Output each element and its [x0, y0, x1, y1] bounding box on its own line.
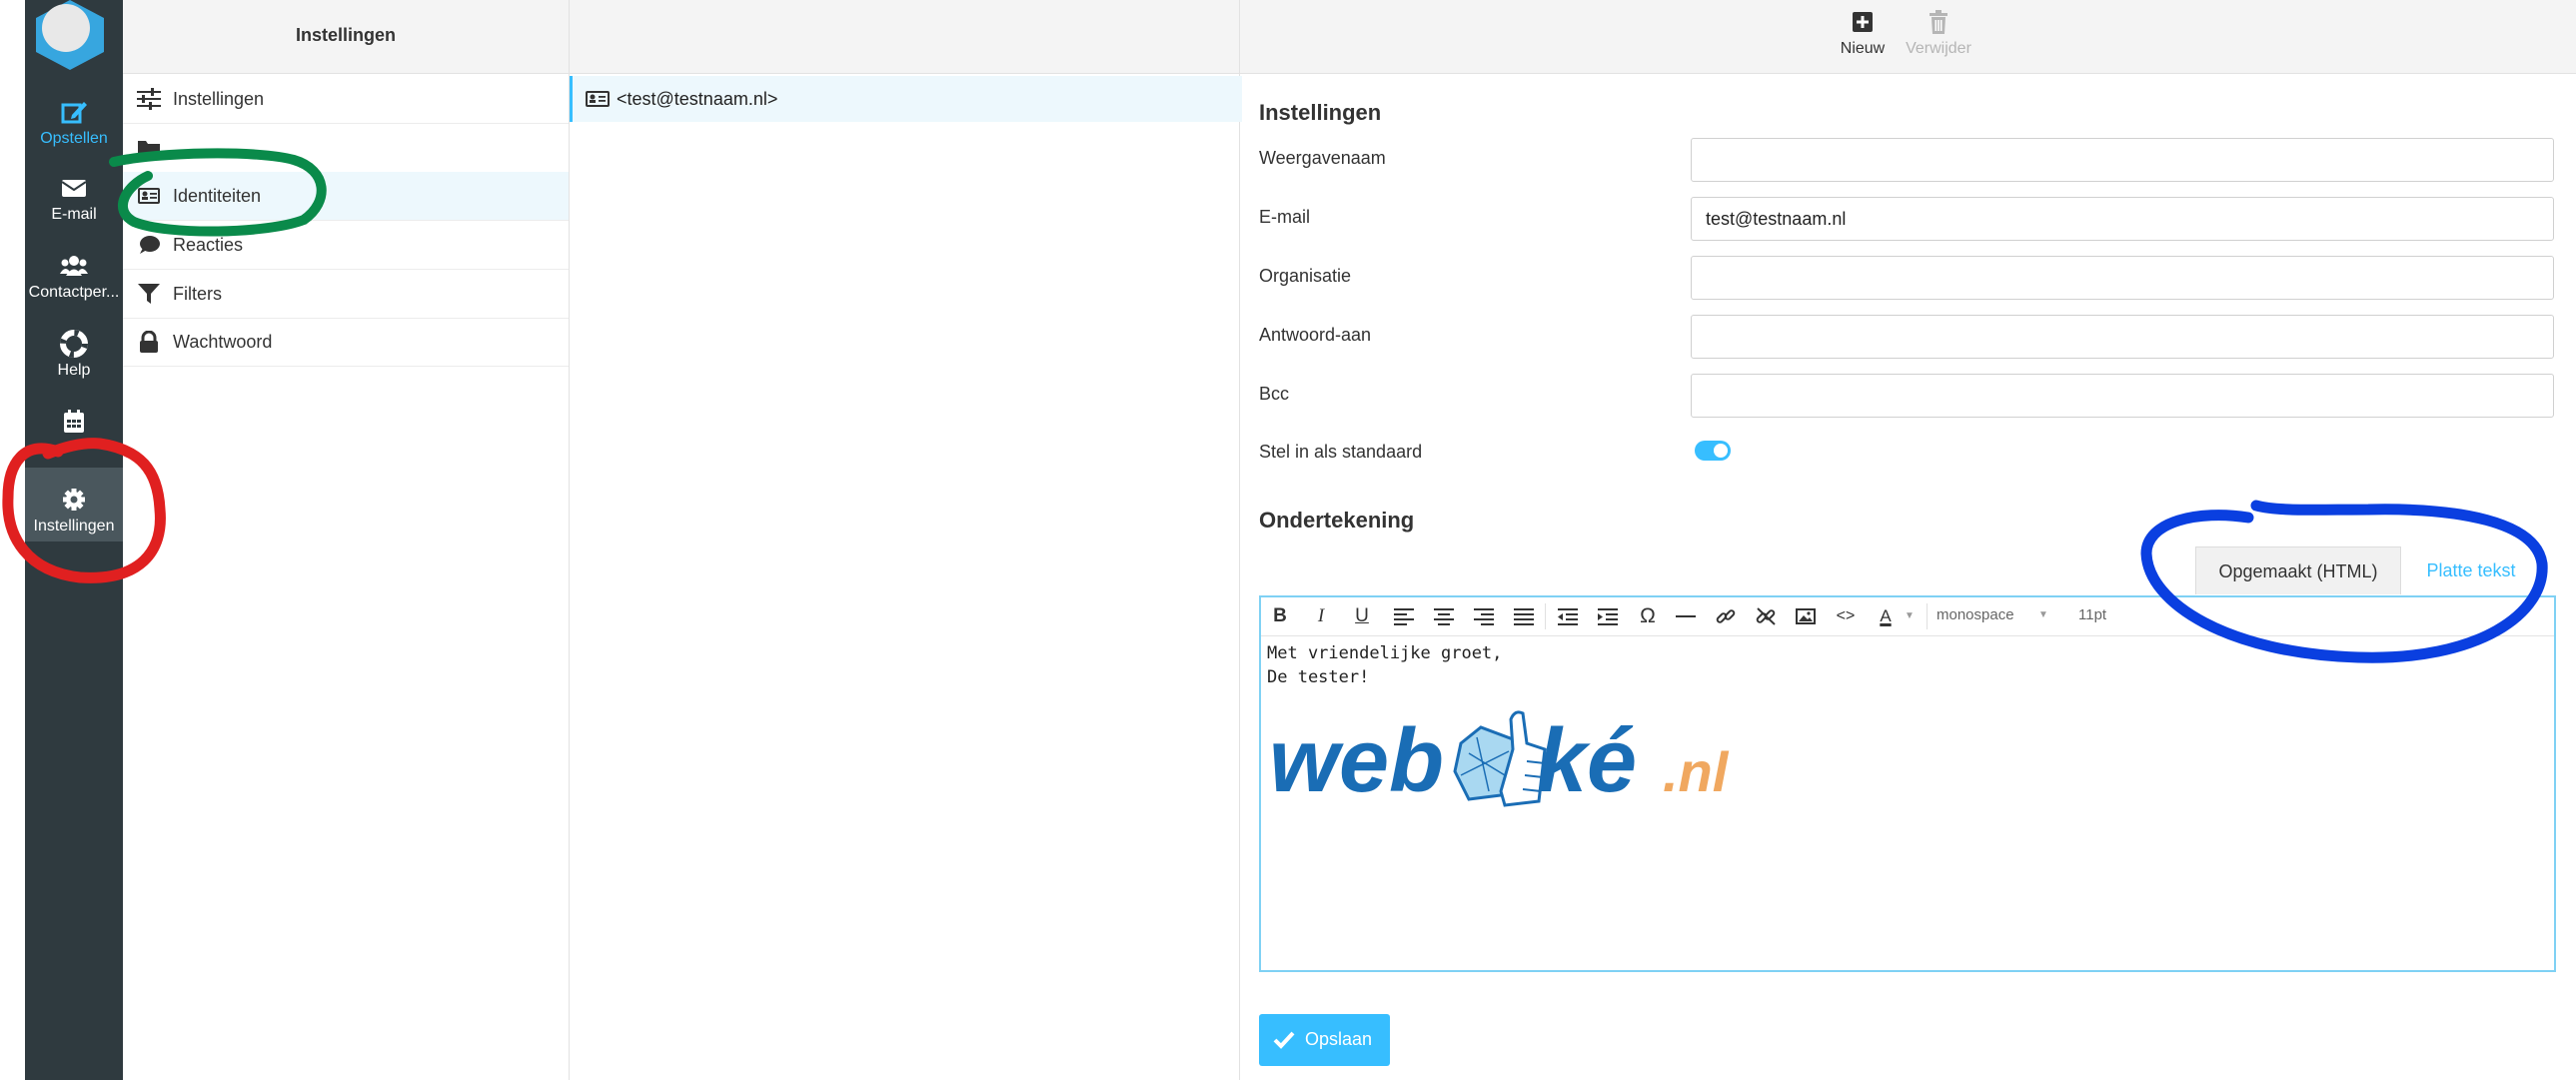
new-button[interactable]: Nieuw — [1823, 8, 1903, 58]
settings-item-identities[interactable]: Identiteiten — [123, 172, 569, 221]
left-gutter — [0, 0, 25, 1080]
align-right-icon[interactable] — [1473, 606, 1495, 626]
unlink-icon[interactable] — [1755, 606, 1777, 626]
nav-compose-label: Opstellen — [40, 130, 108, 147]
id-card-icon — [138, 188, 160, 204]
identity-email: <test@testnaam.nl> — [617, 89, 778, 109]
outdent-icon[interactable] — [1557, 606, 1579, 626]
app-logo — [36, 0, 104, 70]
email-label: E-mail — [1259, 207, 1311, 227]
settings-title: Instellingen — [295, 25, 396, 45]
list-item[interactable]: <test@testnaam.nl> — [570, 76, 1242, 122]
bcc-label: Bcc — [1259, 384, 1290, 404]
nav-settings[interactable]: Instellingen — [25, 468, 123, 541]
new-button-label: Nieuw — [1840, 40, 1886, 57]
tab-plain-text[interactable]: Platte tekst — [2404, 546, 2538, 594]
reply-to-label: Antwoord-aan — [1259, 325, 1372, 345]
identities-list-header — [570, 0, 1239, 74]
editor-toolbar: B I U Ω <> A ▼ monospace ▼ 11pt — [1261, 597, 2554, 636]
envelope-icon — [61, 180, 87, 197]
identities-list — [570, 0, 1240, 1080]
nav-help-label: Help — [57, 362, 91, 379]
tab-html[interactable]: Opgemaakt (HTML) — [2195, 546, 2401, 594]
check-icon — [1273, 1031, 1295, 1049]
bold-icon[interactable]: B — [1265, 601, 1295, 631]
set-default-label: Stel in als standaard — [1259, 442, 1423, 462]
sliders-icon — [137, 88, 161, 110]
signature-title: Ondertekening — [1259, 508, 1415, 533]
compose-icon — [61, 102, 87, 124]
settings-item-label: Reacties — [173, 235, 244, 255]
logo-ke: ké — [1537, 711, 1637, 811]
nav-compose[interactable]: Opstellen — [25, 80, 123, 154]
gear-icon — [63, 489, 85, 511]
bcc-input[interactable] — [1691, 374, 2554, 418]
chevron-down-icon[interactable]: ▼ — [2038, 609, 2048, 620]
organization-label: Organisatie — [1259, 266, 1352, 286]
signature-logo: web ké .nl — [1269, 710, 1730, 811]
font-size-select[interactable]: 11pt — [2078, 606, 2106, 623]
filter-icon — [138, 284, 160, 304]
display-name-input[interactable] — [1691, 138, 2554, 182]
settings-item-label: Wachtwoord — [173, 332, 273, 352]
nav-mail-label: E-mail — [51, 206, 97, 223]
settings-item-label: Instellingen — [173, 89, 265, 109]
code-icon[interactable]: <> — [1831, 601, 1861, 631]
italic-icon[interactable]: I — [1306, 601, 1336, 631]
email-input[interactable] — [1691, 197, 2554, 241]
save-button[interactable]: Opslaan — [1259, 1014, 1390, 1066]
signature-text[interactable]: Met vriendelijke groet, De tester! — [1267, 641, 1502, 689]
trash-icon — [1930, 10, 1947, 34]
reply-to-input[interactable] — [1691, 315, 2554, 359]
nav-help[interactable]: Help — [25, 312, 123, 386]
thumbs-up-icon — [1453, 710, 1547, 807]
form-section-title: Instellingen — [1259, 100, 1382, 125]
set-default-toggle[interactable] — [1695, 441, 1731, 461]
signature-editor[interactable]: B I U Ω <> A ▼ monospace ▼ 11pt Met vrie… — [1259, 595, 2556, 972]
delete-button[interactable]: Verwijder — [1899, 8, 1978, 58]
toolbar-separator — [1545, 603, 1546, 629]
underline-icon[interactable]: U — [1347, 601, 1377, 631]
organization-input[interactable] — [1691, 256, 2554, 300]
plus-square-icon — [1853, 12, 1873, 32]
toolbar-separator — [1927, 603, 1928, 629]
settings-item-label: Filters — [173, 284, 222, 304]
indent-icon[interactable] — [1597, 606, 1619, 626]
special-char-icon[interactable]: Ω — [1633, 601, 1663, 631]
nav-contacts-label: Contactper... — [28, 284, 120, 301]
nav-contacts[interactable]: Contactper... — [25, 234, 123, 308]
folder-icon — [138, 141, 160, 156]
display-name-label: Weergavenaam — [1259, 148, 1386, 168]
users-icon — [60, 256, 88, 276]
nav-settings-label: Instellingen — [33, 518, 115, 535]
font-family-select[interactable]: monospace — [1936, 606, 2014, 623]
chevron-down-icon[interactable]: ▼ — [1895, 601, 1925, 631]
logo-web: web — [1269, 711, 1444, 811]
id-card-icon — [586, 91, 610, 107]
lifebuoy-icon — [60, 330, 88, 358]
comment-icon — [140, 236, 160, 254]
image-icon[interactable] — [1795, 606, 1817, 626]
align-left-icon[interactable] — [1393, 606, 1415, 626]
logo-nl: .nl — [1663, 740, 1730, 803]
calendar-icon — [64, 410, 84, 433]
align-justify-icon[interactable] — [1513, 606, 1535, 626]
settings-item-folders[interactable] — [123, 124, 569, 173]
settings-item-label: Identiteiten — [173, 186, 262, 206]
horizontal-rule-icon[interactable] — [1675, 606, 1697, 626]
nav-calendar[interactable] — [25, 390, 123, 464]
link-icon[interactable] — [1715, 606, 1737, 626]
settings-item-filters[interactable]: Filters — [123, 270, 569, 319]
settings-item-responses[interactable]: Reacties — [123, 221, 569, 270]
lock-icon — [140, 331, 158, 353]
save-button-label: Opslaan — [1305, 1029, 1373, 1049]
settings-item-preferences[interactable]: Instellingen — [123, 75, 569, 124]
delete-button-label: Verwijder — [1906, 40, 1971, 57]
align-center-icon[interactable] — [1433, 606, 1455, 626]
settings-item-password[interactable]: Wachtwoord — [123, 318, 569, 367]
nav-mail[interactable]: E-mail — [25, 156, 123, 230]
